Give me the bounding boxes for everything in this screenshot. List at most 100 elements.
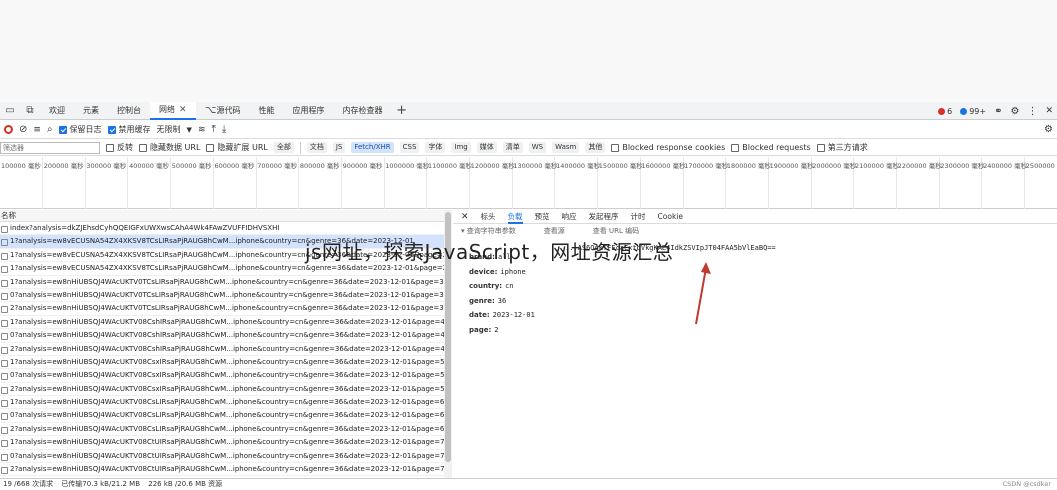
table-row[interactable]: 1?analysis=ew8nHiUBSQJ4WAcUKTV0TCsLIRsaP… [0, 276, 451, 289]
wifi-icon[interactable]: ≋ [198, 125, 206, 135]
hide-data-urls-checkbox[interactable]: 隐藏数据 URL [139, 142, 200, 153]
invert-label: 反转 [117, 143, 133, 152]
table-row[interactable]: 1?analysis=ew8nHiUBSQJ4WAcUKTV08CsxIRsaP… [0, 356, 451, 370]
tab-performance[interactable]: 性能 [250, 102, 284, 120]
download-icon[interactable]: ⤓ [222, 124, 226, 135]
table-row[interactable]: 2?analysis=ew8nHiUBSQJ4WAcUKTV0TCsLIRsaP… [0, 302, 451, 316]
devtools-status-icons: 6 99+ ⚭ ⚙ ⋮ ✕ [938, 102, 1053, 120]
warning-badge[interactable]: 99+ [960, 107, 986, 116]
tab-network[interactable]: 网络 ✕ [150, 101, 196, 120]
detail-tab-timing[interactable]: 计时 [631, 211, 646, 222]
checkbox-icon [139, 143, 147, 152]
network-toolbar: ⊘ ≡ ⌕ 保留日志 禁用缓存 无限制 ▼ ≋ ⤒ ⤓ ⚙ [0, 121, 1057, 139]
table-row[interactable]: 0?analysis=ew8nHiUBSQJ4WAcUKTV0TCsLIRsaP… [0, 289, 451, 303]
detail-tab-preview[interactable]: 预览 [535, 211, 550, 222]
table-row[interactable]: 2?analysis=ew8nHiUBSQJ4WAcUKTV08CtUIRsaP… [0, 463, 451, 477]
timeline-tick-label: 1900000 毫秒 [769, 162, 814, 170]
close-icon[interactable]: ✕ [179, 105, 187, 115]
network-settings-icon[interactable]: ⚙ [1044, 124, 1053, 135]
connection-icon[interactable]: ⚭ [994, 106, 1002, 117]
query-param: date: 2023-12-01 [453, 308, 1057, 323]
record-icon[interactable] [4, 125, 13, 134]
filter-icon[interactable]: ≡ [33, 125, 41, 135]
tab-console[interactable]: 控制台 [108, 102, 150, 120]
blocked-requests-checkbox[interactable]: Blocked requests [731, 143, 811, 152]
tab-elements[interactable]: 元素 [74, 102, 108, 120]
chip-doc[interactable]: 文档 [306, 142, 327, 153]
table-row[interactable]: 2?analysis=ew8nHiUBSQJ4WAcUKTV08CsLIRsaP… [0, 423, 451, 437]
third-party-checkbox[interactable]: 第三方请求 [816, 142, 868, 153]
error-count: 6 [947, 106, 953, 116]
error-badge[interactable]: 6 [938, 107, 952, 116]
table-row[interactable]: index?analysis=dkZJEhsdCyhQQEIGFxUWXwsCA… [0, 222, 451, 236]
timeline-tick-label: 300000 毫秒 [86, 162, 127, 170]
tab-memory-inspector[interactable]: 内存检查器 [334, 102, 392, 120]
table-row[interactable]: 2?analysis=ew8nHiUBSQJ4WAcUKTV08CsxIRsaP… [0, 383, 451, 397]
table-row[interactable]: 0?analysis=ew8nHiUBSQJ4WAcUKTV08CsLIRsaP… [0, 409, 451, 423]
timeline-tick-label: 1700000 毫秒 [684, 162, 729, 170]
column-header-name[interactable]: 名称 [0, 210, 451, 222]
checkbox-icon [206, 143, 215, 152]
network-timeline[interactable]: 100000 毫秒 200000 毫秒 300000 毫秒 400000 毫秒 5000… [0, 157, 1057, 209]
chip-wasm[interactable]: Wasm [552, 142, 580, 153]
more-icon[interactable]: ⋮ [1027, 106, 1037, 117]
chip-css[interactable]: CSS [399, 142, 420, 153]
preserve-log-checkbox[interactable]: 保留日志 [58, 124, 102, 135]
table-row[interactable]: 0?analysis=ew8nHiUBSQJ4WAcUKTV08CsxIRsaP… [0, 369, 451, 383]
inspect-icon[interactable]: ⧉ [20, 102, 40, 120]
view-url-encoded-link[interactable]: 查看 URL 编码 [593, 226, 639, 236]
chip-all[interactable]: 全部 [273, 142, 294, 153]
status-bar: 19 /668 次请求 已传输70.3 kB/21.2 MB 226 kB /2… [0, 478, 1057, 490]
tab-welcome[interactable]: 欢迎 [40, 102, 74, 120]
invert-checkbox[interactable]: 反转 [106, 142, 133, 153]
detail-tab-payload[interactable]: 负载 [507, 210, 523, 224]
chip-media[interactable]: 媒体 [476, 142, 497, 153]
checkbox-icon [611, 143, 620, 152]
detail-tab-headers[interactable]: 标头 [481, 211, 496, 222]
chip-fetch-xhr[interactable]: Fetch/XHR [351, 142, 394, 153]
close-detail-icon[interactable]: ✕ [461, 212, 469, 222]
view-source-link[interactable]: 查看源 [544, 226, 565, 236]
red-arrow-annotation [695, 262, 711, 325]
search-icon[interactable]: ⌕ [47, 124, 53, 135]
tab-sources[interactable]: ⌥ 源代码 [196, 102, 250, 120]
table-row[interactable]: 0?analysis=ew8nHiUBSQJ4WAcUKTV08CtUIRsaP… [0, 450, 451, 464]
detail-tab-cookie[interactable]: Cookie [658, 212, 683, 221]
param-value: 36 [497, 296, 507, 305]
upload-icon[interactable]: ⤒ [211, 124, 215, 135]
throttle-select[interactable]: 无限制 [157, 124, 181, 135]
hide-ext-urls-checkbox[interactable]: 隐藏扩展 URL [206, 142, 268, 153]
disable-cache-checkbox[interactable]: 禁用缓存 [107, 124, 151, 135]
warning-count: 99+ [969, 106, 987, 116]
query-params-label: 查询字符串参数 [466, 227, 516, 235]
tab-sources-label: 源代码 [216, 106, 241, 115]
table-row[interactable]: 1?analysis=ew8nHiUBSQJ4WAcUKTV08CtUIRsaP… [0, 436, 451, 450]
table-row[interactable]: 1?analysis=ew8nHiUBSQJ4WAcUKTV08CsLIRsaP… [0, 396, 451, 410]
query-param: genre: 36 [453, 294, 1057, 309]
chip-img[interactable]: Img [451, 142, 471, 153]
filter-input[interactable] [0, 141, 100, 154]
detail-tab-initiator[interactable]: 发起程序 [589, 211, 619, 222]
hide-ext-urls-label: 隐藏扩展 URL [217, 143, 268, 152]
chip-font[interactable]: 字体 [425, 142, 446, 153]
chip-manifest[interactable]: 清单 [502, 142, 523, 153]
add-tab-icon[interactable]: + [392, 102, 412, 120]
device-toggle-icon[interactable]: ▭ [0, 102, 20, 120]
chip-other[interactable]: 其他 [585, 142, 606, 153]
detail-tab-response[interactable]: 响应 [562, 211, 577, 222]
tab-application[interactable]: 应用程序 [284, 102, 334, 120]
chevron-down-icon[interactable]: ▼ [187, 126, 192, 134]
gear-icon[interactable]: ⚙ [1010, 106, 1019, 117]
third-party-label: 第三方请求 [827, 143, 868, 152]
blocked-cookies-checkbox[interactable]: Blocked response cookies [611, 143, 725, 152]
clear-icon[interactable]: ⊘ [19, 124, 27, 135]
close-devtools-icon[interactable]: ✕ [1045, 106, 1053, 116]
table-row[interactable]: 1?analysis=ew8nHiUBSQJ4WAcUKTV08CshIRsaP… [0, 316, 451, 330]
query-params-toggle[interactable]: ▾ 查询字符串参数 [461, 226, 516, 236]
table-row[interactable]: 0?analysis=ew8nHiUBSQJ4WAcUKTV08CshIRsaP… [0, 329, 451, 343]
chip-js[interactable]: JS [332, 142, 346, 153]
table-row[interactable]: 2?analysis=ew8nHiUBSQJ4WAcUKTV08CshIRsaP… [0, 343, 451, 356]
timeline-tick-label: 2200000 毫秒 [897, 162, 942, 170]
checkbox-icon [58, 125, 67, 134]
chip-ws[interactable]: WS [528, 142, 547, 153]
